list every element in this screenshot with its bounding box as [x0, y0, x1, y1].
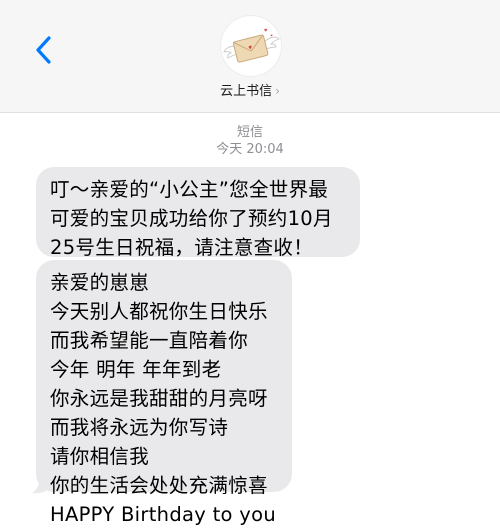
- message-line: 而我将永远为你写诗: [50, 416, 229, 439]
- bubble-tail: [32, 475, 50, 494]
- message-timestamp: 今天 20:04: [216, 142, 284, 157]
- contact-avatar[interactable]: [221, 16, 281, 76]
- chevron-right-icon: ›: [275, 84, 280, 98]
- messages-screen: 云上书信 › 短信 今天 20:04 叮～亲爱的“小公主”您全世界最 可爱的宝贝成…: [0, 0, 500, 532]
- conversation-header: 云上书信 ›: [0, 0, 500, 113]
- message-type-label: 短信: [236, 125, 263, 140]
- incoming-message-bubble[interactable]: 叮～亲爱的“小公主”您全世界最 可爱的宝贝成功给你了预约10月 25号生日祝福，…: [36, 167, 360, 259]
- message-line: 叮～亲爱的“小公主”您全世界最: [50, 178, 329, 201]
- contact-name-link[interactable]: 云上书信 ›: [0, 82, 500, 101]
- message-line: 亲爱的崽崽: [50, 271, 150, 294]
- back-button[interactable]: [30, 30, 60, 70]
- contact-name: 云上书信: [220, 84, 273, 99]
- message-line: 而我希望能一直陪着你: [50, 329, 249, 352]
- incoming-message-bubble[interactable]: 亲爱的崽崽 今天别人都祝你生日快乐 而我希望能一直陪着你 今年 明年 年年到老 …: [36, 260, 292, 526]
- message-line: 你永远是我甜甜的月亮呀: [50, 387, 268, 410]
- message-line: 今年 明年 年年到老: [50, 358, 222, 381]
- message-line: 今天别人都祝你生日快乐: [50, 300, 268, 323]
- message-line: 25号生日祝福，请注意查收！: [50, 236, 314, 259]
- message-line: HAPPY Birthday to you: [50, 503, 276, 526]
- winged-envelope-icon: [223, 28, 280, 63]
- message-line: 请你相信我: [50, 445, 150, 468]
- message-line: 可爱的宝贝成功给你了预约10月: [50, 207, 333, 230]
- message-line: 你的生活会处处充满惊喜: [50, 474, 268, 497]
- chevron-left-icon: [36, 36, 51, 64]
